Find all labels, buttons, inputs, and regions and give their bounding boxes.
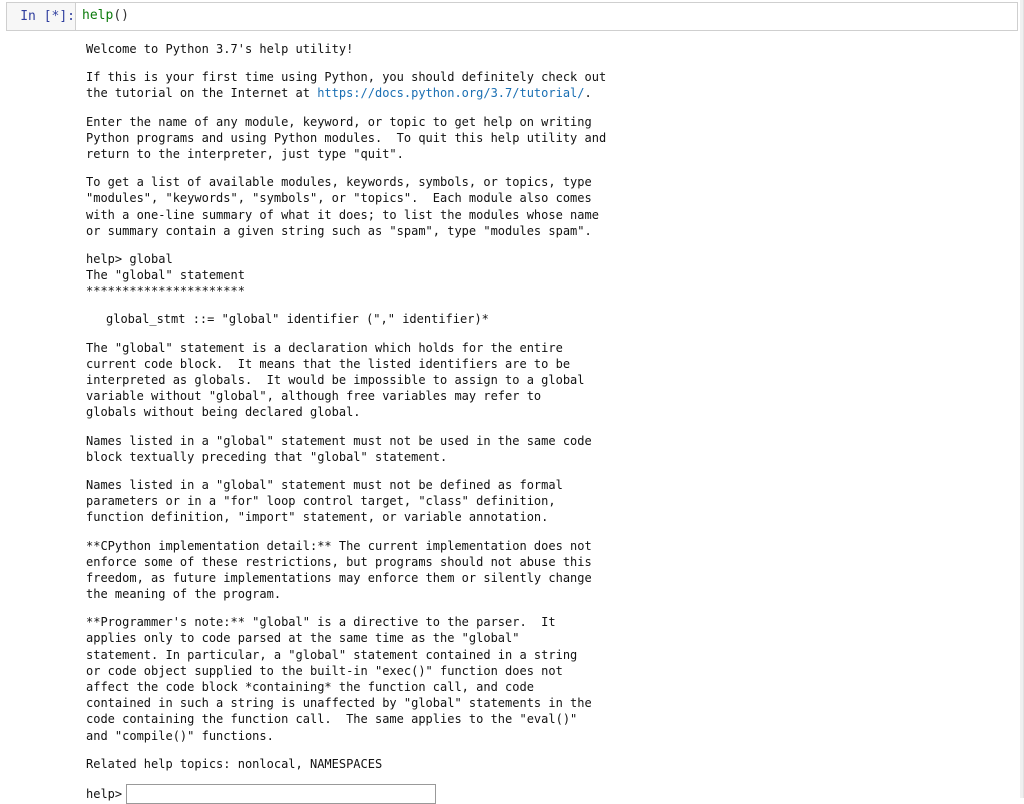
global-p1: The "global" statement is a declaration … bbox=[86, 340, 1010, 421]
tutorial-link[interactable]: https://docs.python.org/3.7/tutorial/ bbox=[317, 86, 584, 100]
output-welcome: Welcome to Python 3.7's help utility! bbox=[86, 41, 1010, 57]
code-call-parens: () bbox=[113, 8, 129, 23]
global-p2: Names listed in a "global" statement mus… bbox=[86, 433, 1010, 465]
help-prompt-input[interactable] bbox=[126, 784, 436, 804]
output-intro3: To get a list of available modules, keyw… bbox=[86, 174, 1010, 239]
global-p5: **Programmer's note:** "global" is a dir… bbox=[86, 614, 1010, 744]
global-title: The "global" statement bbox=[86, 267, 1010, 283]
output-content: Welcome to Python 3.7's help utility! If… bbox=[82, 41, 1018, 804]
global-p4: **CPython implementation detail:** The c… bbox=[86, 538, 1010, 603]
global-p3: Names listed in a "global" statement mus… bbox=[86, 477, 1010, 526]
output-intro1: If this is your first time using Python,… bbox=[86, 69, 1010, 101]
code-input-area[interactable]: help() bbox=[75, 3, 1017, 30]
input-prompt: In [*]: bbox=[7, 3, 75, 30]
prompt-bracket-close: ]: bbox=[59, 9, 75, 24]
grammar-line: global_stmt ::= "global" identifier (","… bbox=[86, 311, 1010, 327]
output-intro2: Enter the name of any module, keyword, o… bbox=[86, 114, 1010, 163]
code-builtin-help: help bbox=[82, 8, 113, 23]
output-prompt-spacer bbox=[6, 41, 82, 804]
prompt-bracket-open: [ bbox=[44, 9, 52, 24]
intro1-end: . bbox=[585, 86, 592, 100]
output-area: Welcome to Python 3.7's help utility! If… bbox=[6, 41, 1018, 804]
help-prompt-label: help> bbox=[86, 786, 122, 802]
prompt-in-label: In bbox=[20, 9, 43, 24]
stars-line: ********************** bbox=[86, 283, 1010, 299]
help-prompt-row: help> bbox=[86, 784, 1010, 804]
page-right-border bbox=[1018, 0, 1024, 798]
related-topics: Related help topics: nonlocal, NAMESPACE… bbox=[86, 756, 1010, 772]
code-cell: In [*]: help() bbox=[6, 2, 1018, 31]
help-command-line: help> global bbox=[86, 251, 1010, 267]
